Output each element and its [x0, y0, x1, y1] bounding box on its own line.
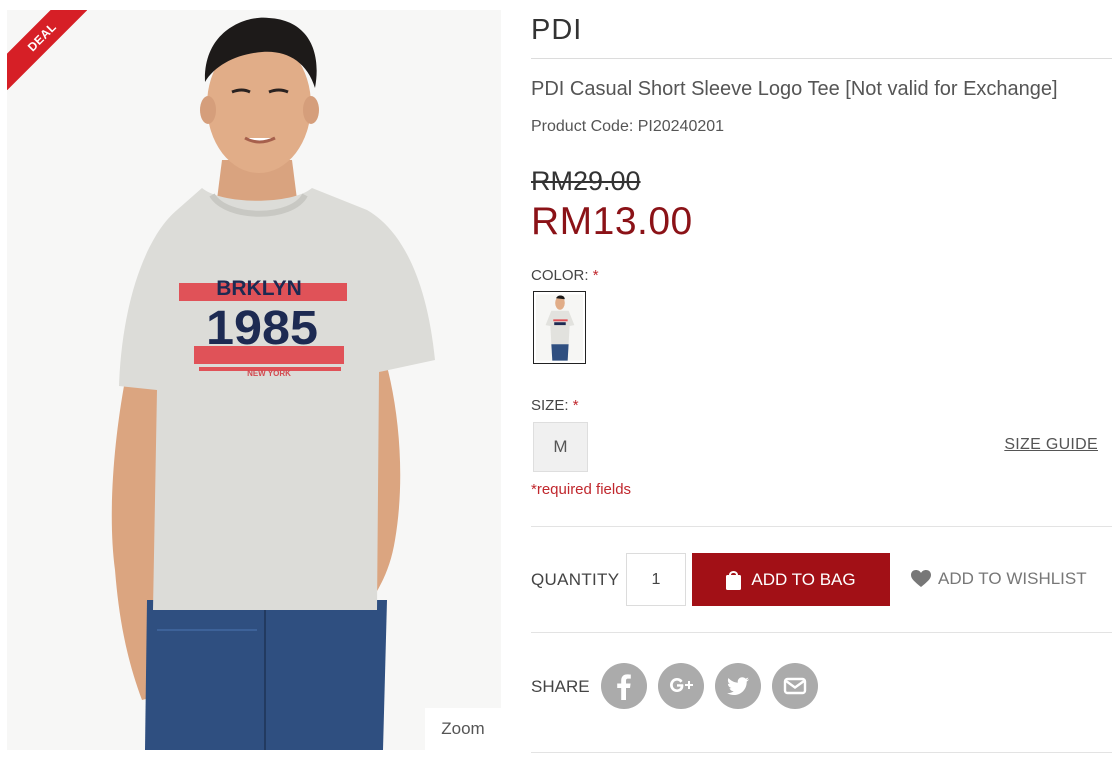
shopping-bag-icon: [726, 570, 742, 590]
sale-price: RM13.00: [531, 200, 693, 243]
original-price: RM29.00: [531, 166, 641, 196]
size-label-text: SIZE:: [531, 397, 569, 414]
size-label: SIZE: *: [531, 397, 579, 414]
divider: [531, 526, 1112, 527]
add-to-wishlist-label: ADD TO WISHLIST: [938, 569, 1087, 588]
color-label-text: COLOR:: [531, 267, 589, 284]
product-image-gallery[interactable]: BRKLYN 1985 NEW YORK DEAL Zoom: [7, 10, 501, 750]
shirt-print-year: 1985: [206, 302, 318, 355]
quantity-label: QUANTITY: [531, 570, 620, 589]
divider: [531, 58, 1112, 59]
add-to-bag-label: ADD TO BAG: [751, 569, 856, 589]
required-asterisk: *: [572, 397, 579, 414]
email-icon[interactable]: [772, 663, 818, 709]
share-icons: [601, 663, 818, 709]
shirt-print-bottom: NEW YORK: [247, 369, 291, 378]
twitter-icon[interactable]: [715, 663, 761, 709]
product-code: Product Code: PI20240201: [531, 118, 725, 135]
color-swatch[interactable]: [533, 291, 586, 364]
heart-icon: [911, 570, 931, 587]
product-photo[interactable]: BRKLYN 1985 NEW YORK: [7, 10, 501, 750]
deal-badge: DEAL: [7, 10, 87, 90]
color-swatch-thumbnail: [536, 294, 583, 361]
zoom-button[interactable]: Zoom: [425, 708, 501, 750]
brand-name[interactable]: PDI: [531, 14, 582, 47]
color-label: COLOR: *: [531, 267, 599, 284]
add-to-bag-button[interactable]: ADD TO BAG: [692, 553, 890, 606]
add-to-wishlist-link[interactable]: ADD TO WISHLIST: [911, 569, 1087, 589]
size-option-m[interactable]: M: [533, 422, 588, 472]
share-label: SHARE: [531, 677, 590, 696]
shirt-print-top: BRKLYN: [216, 277, 302, 300]
required-asterisk: *: [592, 267, 599, 284]
google-plus-icon[interactable]: [658, 663, 704, 709]
deal-ribbon: DEAL: [7, 10, 87, 90]
quantity-input[interactable]: [626, 553, 686, 606]
required-fields-note: *required fields: [531, 481, 632, 498]
size-guide-link[interactable]: SIZE GUIDE: [1004, 436, 1098, 454]
divider: [531, 632, 1112, 633]
divider: [531, 752, 1112, 753]
facebook-icon[interactable]: [601, 663, 647, 709]
product-title: PDI Casual Short Sleeve Logo Tee [Not va…: [531, 78, 1058, 100]
